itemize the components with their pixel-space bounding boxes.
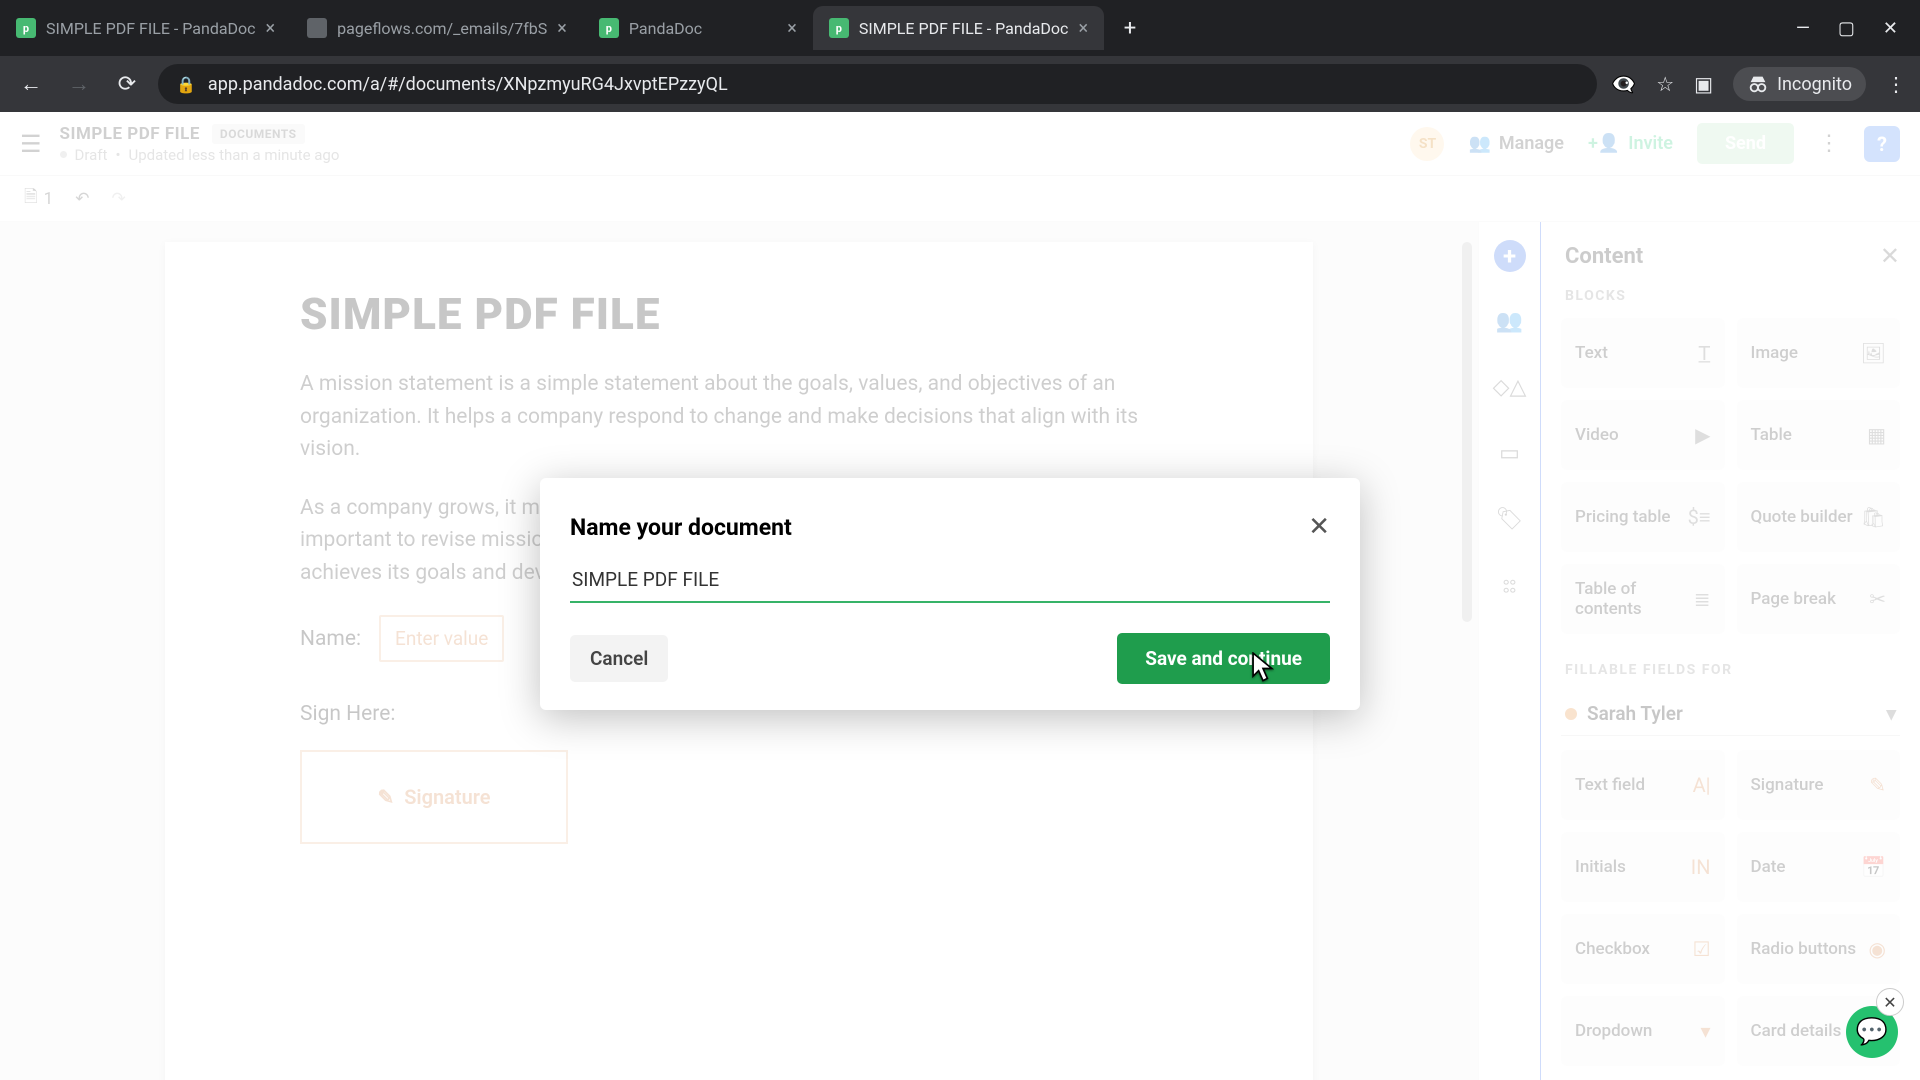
- incognito-icon: [1747, 73, 1769, 95]
- url-text: app.pandadoc.com/a/#/documents/XNpzmyuRG…: [208, 74, 728, 95]
- forward-button[interactable]: →: [62, 67, 96, 101]
- favicon: p: [599, 18, 619, 38]
- close-window-icon[interactable]: ✕: [1883, 18, 1898, 39]
- tab-title: pageflows.com/_emails/7fbS: [337, 19, 547, 38]
- address-bar[interactable]: 🔒 app.pandadoc.com/a/#/documents/XNpzmyu…: [158, 64, 1597, 104]
- close-dialog-icon[interactable]: ✕: [1308, 512, 1330, 542]
- dialog-title: Name your document: [570, 514, 792, 541]
- save-and-continue-button[interactable]: Save and continue: [1117, 633, 1330, 684]
- document-name-input[interactable]: [570, 560, 1330, 603]
- incognito-label: Incognito: [1777, 74, 1852, 95]
- incognito-badge[interactable]: Incognito: [1733, 67, 1866, 101]
- reload-button[interactable]: ⟳: [110, 67, 144, 101]
- cancel-button[interactable]: Cancel: [570, 635, 668, 682]
- close-icon[interactable]: ×: [1078, 18, 1088, 39]
- chat-dismiss-icon[interactable]: ✕: [1876, 988, 1904, 1016]
- tab-title: SIMPLE PDF FILE - PandaDoc: [859, 19, 1069, 38]
- close-icon[interactable]: ×: [266, 18, 276, 39]
- tab-title: PandaDoc: [629, 19, 777, 38]
- close-icon[interactable]: ×: [787, 18, 797, 39]
- close-icon[interactable]: ×: [557, 18, 567, 39]
- back-button[interactable]: ←: [14, 67, 48, 101]
- favicon: [307, 18, 327, 38]
- browser-tab[interactable]: p SIMPLE PDF FILE - PandaDoc ×: [0, 6, 291, 50]
- browser-tab[interactable]: p PandaDoc ×: [583, 6, 813, 50]
- tab-title: SIMPLE PDF FILE - PandaDoc: [46, 19, 256, 38]
- window-controls: ― ▢ ✕: [1774, 18, 1920, 39]
- eye-off-icon[interactable]: 👁‍🗨: [1611, 72, 1636, 96]
- sidepanel-icon[interactable]: ▣: [1694, 72, 1713, 96]
- favicon: p: [16, 18, 36, 38]
- favicon: p: [829, 18, 849, 38]
- minimize-icon[interactable]: ―: [1796, 18, 1810, 39]
- browser-tab[interactable]: pageflows.com/_emails/7fbS ×: [291, 6, 583, 50]
- chrome-tab-strip: p SIMPLE PDF FILE - PandaDoc × pageflows…: [0, 0, 1920, 56]
- new-tab-button[interactable]: +: [1112, 10, 1148, 46]
- browser-tab-active[interactable]: p SIMPLE PDF FILE - PandaDoc ×: [813, 6, 1104, 50]
- chrome-menu-icon[interactable]: ⋮: [1886, 72, 1906, 96]
- browser-toolbar: ← → ⟳ 🔒 app.pandadoc.com/a/#/documents/X…: [0, 56, 1920, 112]
- maximize-icon[interactable]: ▢: [1838, 18, 1855, 39]
- name-document-dialog: Name your document ✕ Cancel Save and con…: [540, 478, 1360, 710]
- bookmark-star-icon[interactable]: ☆: [1656, 72, 1674, 96]
- lock-icon: 🔒: [176, 75, 196, 94]
